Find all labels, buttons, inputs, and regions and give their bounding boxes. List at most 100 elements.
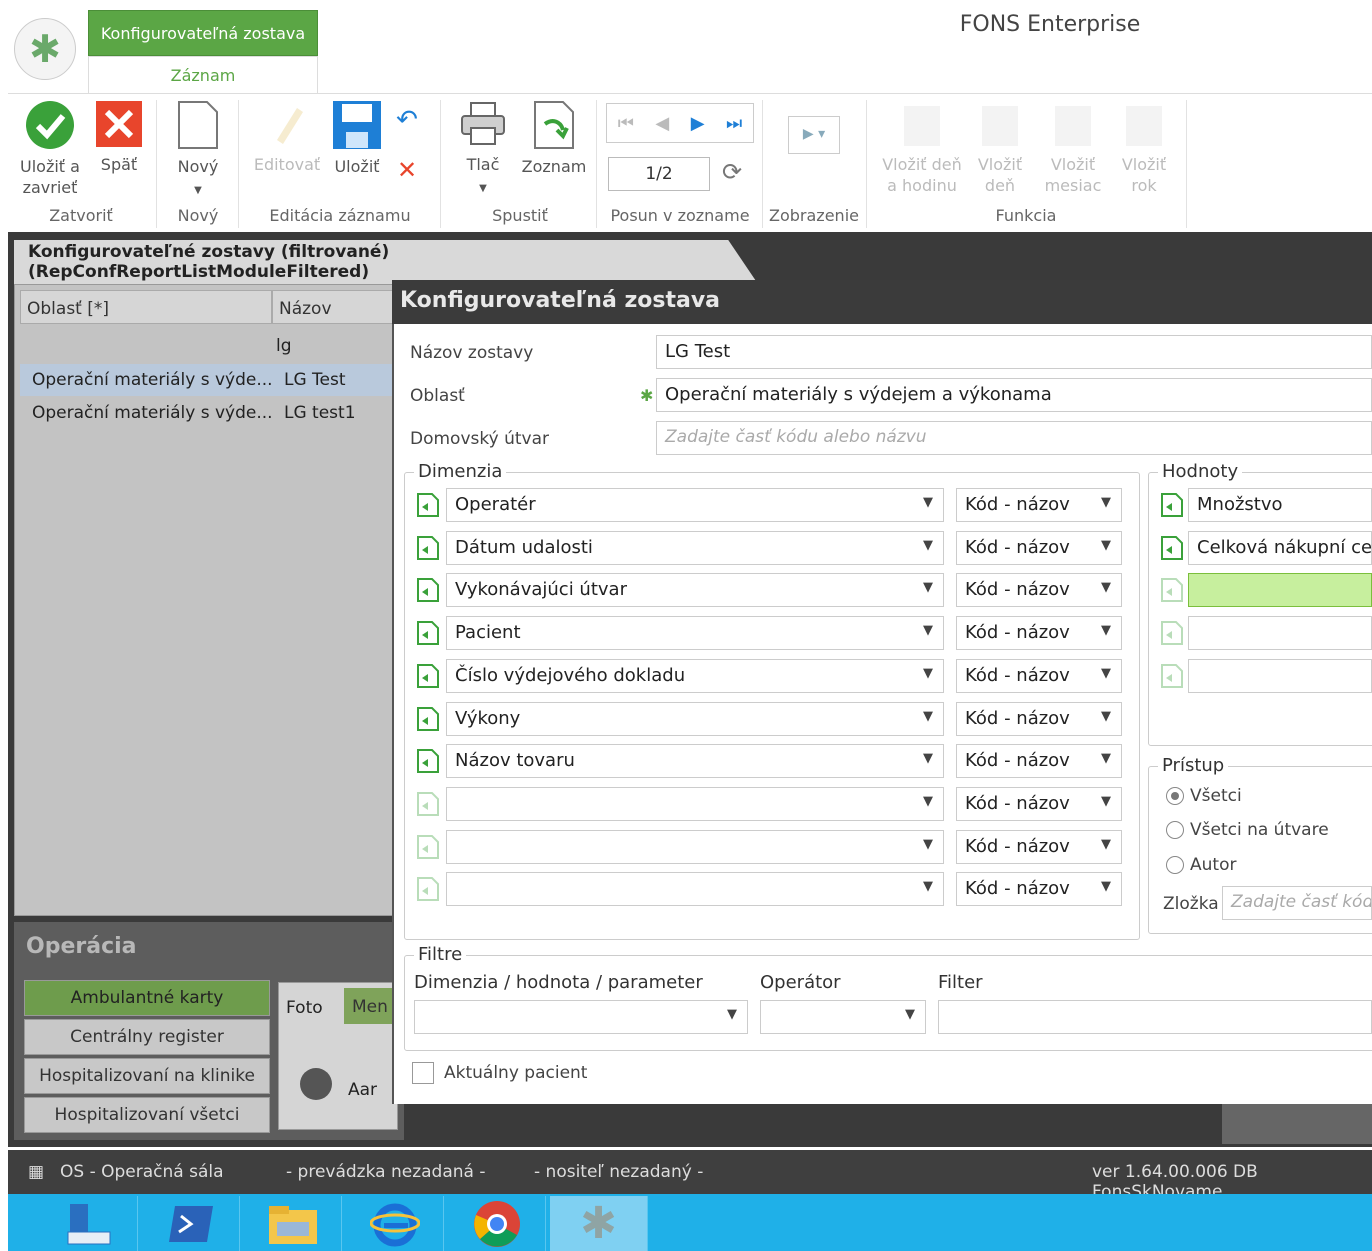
taskbar-server-manager[interactable]: [40, 1196, 138, 1251]
values-legend: Hodnoty: [1158, 461, 1243, 482]
dimension-mode-select[interactable]: Kód - názov ▼: [956, 872, 1122, 907]
subgrid-cell[interactable]: Aar: [348, 1080, 377, 1100]
next-record-icon[interactable]: ▶: [691, 113, 705, 134]
insert-day-button[interactable]: Vložiť deň: [970, 100, 1030, 196]
dimension-select[interactable]: Operatér ▼: [446, 488, 944, 522]
save-button[interactable]: Uložiť: [330, 100, 384, 177]
filter-cell-name[interactable]: lg: [276, 336, 292, 356]
value-add-icon[interactable]: [1160, 493, 1184, 517]
dimension-add-icon[interactable]: [416, 663, 440, 688]
current-patient-checkbox[interactable]: [412, 1062, 434, 1084]
close-icon: [96, 101, 142, 147]
access-radio-unit[interactable]: Všetci na útvare: [1166, 820, 1329, 840]
dimension-value: Operatér: [455, 494, 536, 515]
dimension-select[interactable]: ▼: [446, 872, 944, 907]
value-add-icon[interactable]: [1160, 663, 1184, 688]
insert-year-button[interactable]: Vložiť rok: [1116, 100, 1172, 196]
dimension-mode-select[interactable]: Kód - názov ▼: [956, 829, 1122, 864]
dimension-add-icon[interactable]: [416, 621, 440, 646]
dimension-select[interactable]: Pacient ▼: [446, 616, 944, 651]
dimension-mode-select[interactable]: Kód - názov ▼: [956, 658, 1122, 693]
dimension-add-icon[interactable]: [416, 578, 440, 603]
access-radio-all[interactable]: Všetci: [1166, 786, 1242, 806]
dimension-add-icon[interactable]: [416, 535, 440, 560]
column-header-area[interactable]: Oblasť [*]: [20, 290, 272, 324]
taskbar-explorer[interactable]: [244, 1196, 342, 1251]
status-carrier[interactable]: - nositeľ nezadaný -: [534, 1162, 703, 1182]
taskbar-powershell[interactable]: [142, 1196, 240, 1251]
dimension-select[interactable]: ▼: [446, 786, 944, 821]
op-item-hospitalizovani-klinike[interactable]: Hospitalizovaní na klinike: [24, 1058, 270, 1094]
value-select[interactable]: Celková nákupní cen: [1188, 530, 1372, 565]
subgrid-col-photo[interactable]: Foto: [286, 998, 323, 1018]
op-item-hospitalizovani-vsetci[interactable]: Hospitalizovaní všetci: [24, 1097, 270, 1133]
value-add-icon[interactable]: [1160, 535, 1184, 560]
taskbar-chrome[interactable]: [448, 1196, 546, 1251]
filter-value-input[interactable]: [938, 1000, 1372, 1034]
report-name-input[interactable]: LG Test: [656, 335, 1372, 369]
app-logo-icon[interactable]: ✱: [14, 18, 76, 80]
taskbar-fons[interactable]: ✱: [550, 1196, 648, 1251]
dimension-select[interactable]: Vykonávajúci útvar ▼: [446, 573, 944, 608]
folder-input[interactable]: Zadajte časť kód: [1222, 886, 1372, 920]
dimension-select[interactable]: ▼: [446, 829, 944, 864]
value-select[interactable]: Množstvo: [1188, 488, 1372, 522]
first-record-icon[interactable]: ⏮: [618, 113, 634, 134]
dimension-mode-select[interactable]: Kód - názov ▼: [956, 616, 1122, 651]
tab-zaznam[interactable]: Záznam: [88, 56, 318, 94]
dimension-add-icon[interactable]: [416, 791, 440, 816]
edit-button[interactable]: Editovať: [248, 100, 326, 175]
save-close-button[interactable]: Uložiť a zavrieť: [14, 100, 86, 198]
filter-operator-select[interactable]: ▼: [760, 1000, 926, 1034]
dimension-add-icon[interactable]: [416, 706, 440, 731]
dimension-add-icon[interactable]: [416, 877, 440, 902]
taskbar-ie[interactable]: [346, 1196, 444, 1251]
dimension-mode-select[interactable]: Kód - názov ▼: [956, 744, 1122, 779]
cancel-icon[interactable]: ✕: [392, 158, 422, 182]
dimension-select[interactable]: Číslo výdejového dokladu ▼: [446, 658, 944, 693]
table-cell-name[interactable]: LG test1: [284, 403, 356, 423]
dimension-mode-select[interactable]: Kód - názov ▼: [956, 786, 1122, 821]
dimension-mode-select[interactable]: Kód - názov ▼: [956, 488, 1122, 522]
table-cell-area[interactable]: Operační materiály s výde...: [32, 403, 273, 423]
status-operation[interactable]: - prevádzka nezadaná -: [286, 1162, 485, 1182]
dimension-add-icon[interactable]: [416, 749, 440, 774]
new-button[interactable]: Nový ▼: [168, 100, 228, 201]
list-button[interactable]: Zoznam: [518, 100, 590, 177]
dimension-mode-select[interactable]: Kód - názov ▼: [956, 701, 1122, 736]
access-radio-author[interactable]: Autor: [1166, 855, 1236, 875]
insert-month-button[interactable]: Vložiť mesiac: [1036, 100, 1110, 196]
status-department[interactable]: OS - Operačná sála: [60, 1162, 224, 1182]
column-header-name[interactable]: Názov: [272, 290, 400, 324]
context-tab[interactable]: Konfigurovateľná zostava: [88, 10, 318, 56]
dimension-select[interactable]: Názov tovaru ▼: [446, 744, 944, 779]
value-select[interactable]: [1188, 573, 1372, 608]
dimension-mode-select[interactable]: Kód - názov ▼: [956, 573, 1122, 608]
value-select[interactable]: [1188, 616, 1372, 651]
page-indicator[interactable]: 1/2: [608, 157, 710, 191]
op-item-ambulantne-karty[interactable]: Ambulantné karty: [24, 980, 270, 1016]
op-item-centralny-register[interactable]: Centrálny register: [24, 1019, 270, 1055]
last-record-icon[interactable]: ⏭: [726, 113, 742, 134]
dimension-select[interactable]: Výkony ▼: [446, 701, 944, 736]
dimension-add-icon[interactable]: [416, 493, 440, 517]
dimension-select[interactable]: Dátum udalosti ▼: [446, 530, 944, 565]
value-add-icon[interactable]: [1160, 578, 1184, 603]
home-unit-input[interactable]: Zadajte časť kódu alebo názvu: [656, 421, 1372, 455]
area-input[interactable]: Operační materiály s výdejem a výkonama: [656, 378, 1372, 412]
dimension-add-icon[interactable]: [416, 834, 440, 859]
dimension-mode-select[interactable]: Kód - názov ▼: [956, 530, 1122, 565]
refresh-icon[interactable]: ⟳: [722, 158, 742, 186]
subgrid-col-name[interactable]: Men: [344, 988, 398, 1024]
filter-dimension-select[interactable]: ▼: [414, 1000, 748, 1034]
value-select[interactable]: [1188, 658, 1372, 693]
prev-record-icon[interactable]: ◀: [655, 113, 669, 134]
document-tab[interactable]: Konfigurovateľné zostavy (filtrované) (R…: [14, 240, 758, 284]
print-button[interactable]: Tlač ▼: [456, 100, 510, 199]
back-button[interactable]: Späť: [94, 100, 144, 175]
chevron-down-icon: ▼: [923, 665, 933, 681]
value-add-icon[interactable]: [1160, 621, 1184, 646]
undo-icon[interactable]: ↶: [392, 107, 422, 133]
view-dropdown[interactable]: ▶ ▾: [788, 116, 840, 154]
insert-day-hour-button[interactable]: Vložiť deň a hodinu: [876, 100, 968, 196]
